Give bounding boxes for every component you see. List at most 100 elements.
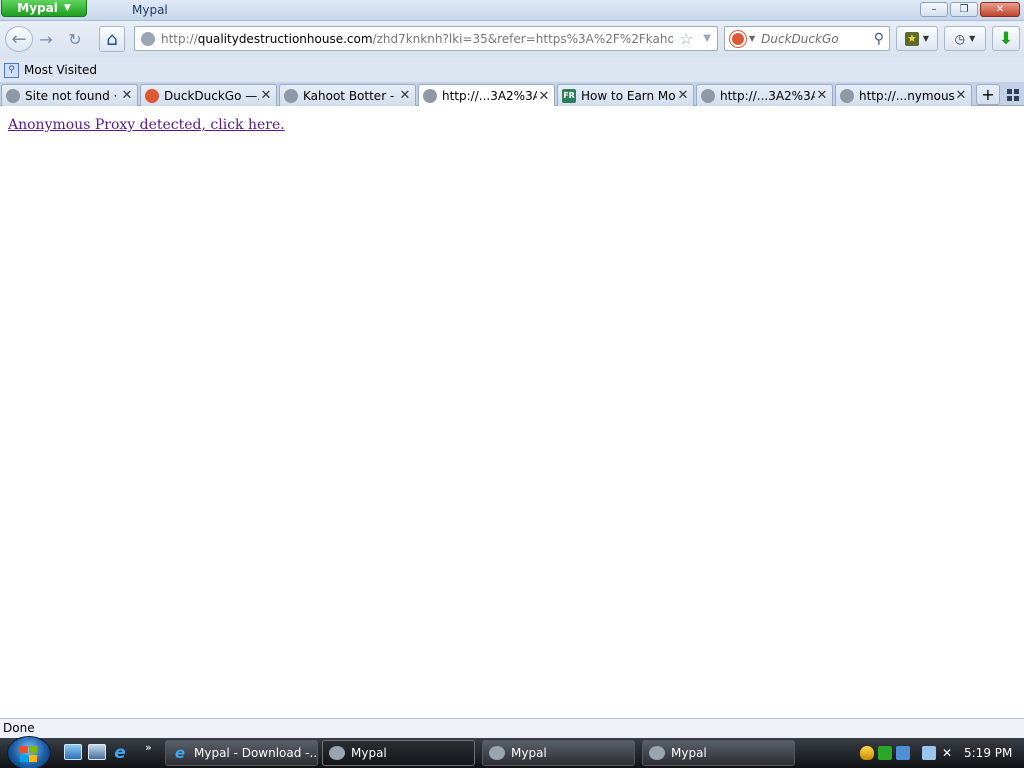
minimize-button[interactable]: – xyxy=(920,2,948,17)
reload-icon: ↻ xyxy=(68,29,82,49)
back-button[interactable]: ← xyxy=(5,26,33,52)
taskbar-button-label: Mypal xyxy=(351,746,387,760)
tab-active[interactable]: http://...3A2%3A1 ✕ xyxy=(418,84,555,107)
url-text[interactable]: http://qualitydestructionhouse.com/zhd7k… xyxy=(161,32,673,46)
tab-label: How to Earn Mo... xyxy=(581,88,676,103)
windows-logo-icon xyxy=(29,746,37,753)
status-text: Done xyxy=(3,721,35,735)
app-menu-button[interactable]: Mypal ▼ xyxy=(1,0,87,17)
forward-arrow-icon: → xyxy=(39,29,53,49)
tab[interactable]: DuckDuckGo —... ✕ xyxy=(140,84,277,106)
anonymous-proxy-link[interactable]: Anonymous Proxy detected, click here. xyxy=(8,117,285,133)
windows-logo-icon xyxy=(20,746,28,753)
download-arrow-icon: ⬇ xyxy=(998,28,1014,49)
globe-icon xyxy=(284,88,298,103)
monitor-icon[interactable] xyxy=(922,746,936,760)
tab[interactable]: Kahoot Botter - ... ✕ xyxy=(279,84,416,106)
taskbar-button[interactable]: Mypal xyxy=(482,740,635,766)
history-button[interactable]: ◷ ▼ xyxy=(944,26,986,51)
most-visited-bookmark[interactable]: Most Visited xyxy=(24,63,97,77)
tab-strip: Site not found · ... ✕ DuckDuckGo —... ✕… xyxy=(0,82,1024,107)
tab-label: Kahoot Botter - ... xyxy=(303,88,398,103)
tab-label: http://...3A2%3A1 xyxy=(720,88,815,103)
window-title: Mypal xyxy=(132,3,168,17)
url-bar[interactable]: http://qualitydestructionhouse.com/zhd7k… xyxy=(134,26,718,51)
bookmark-star-icon[interactable]: ☆ xyxy=(680,30,693,48)
tab[interactable]: http://...nymous/ ✕ xyxy=(835,84,972,106)
tab-close-icon[interactable]: ✕ xyxy=(676,88,690,103)
title-bar: Mypal ▼ Mypal – ❐ ✕ xyxy=(0,0,1024,21)
tab-close-icon[interactable]: ✕ xyxy=(537,89,551,104)
search-input[interactable]: DuckDuckGo xyxy=(761,32,874,46)
tab-label: DuckDuckGo —... xyxy=(164,88,259,103)
tab[interactable]: http://...3A2%3A1 ✕ xyxy=(696,84,833,106)
chevron-down-icon: ▼ xyxy=(969,34,976,43)
status-bar: Done xyxy=(0,718,1024,738)
chevron-down-icon: ▼ xyxy=(922,34,930,43)
maximize-button[interactable]: ❐ xyxy=(950,2,978,17)
tab[interactable]: FR How to Earn Mo... ✕ xyxy=(557,84,694,106)
globe-icon xyxy=(701,88,715,103)
taskbar-button[interactable]: Mypal xyxy=(642,740,795,766)
network-icon[interactable] xyxy=(896,746,910,760)
mypal-icon xyxy=(329,746,345,760)
tab-close-icon[interactable]: ✕ xyxy=(120,88,134,103)
window-controls: – ❐ ✕ xyxy=(920,2,1020,17)
chevron-down-icon[interactable]: ▼ xyxy=(749,34,755,43)
start-button[interactable] xyxy=(7,736,51,768)
reload-button[interactable]: ↻ xyxy=(62,26,88,52)
downloads-button[interactable]: ⬇ xyxy=(992,26,1020,51)
most-visited-icon: ⚲ xyxy=(4,62,19,78)
fr-site-icon: FR xyxy=(562,88,576,103)
windows-logo-icon xyxy=(29,754,37,762)
magnifier-icon[interactable]: ⚲ xyxy=(874,31,884,47)
mypal-icon xyxy=(489,746,505,760)
tab-close-icon[interactable]: ✕ xyxy=(259,88,273,103)
list-all-tabs-button[interactable] xyxy=(1004,86,1022,104)
quicklaunch-more-button[interactable]: » xyxy=(145,741,152,754)
clock[interactable]: 5:19 PM xyxy=(964,746,1012,760)
home-button[interactable]: ⌂ xyxy=(99,26,125,52)
windows-logo-icon xyxy=(20,746,38,762)
globe-icon xyxy=(6,88,20,103)
show-desktop-icon[interactable] xyxy=(64,744,82,760)
tab-close-icon[interactable]: ✕ xyxy=(954,88,968,103)
chevron-down-icon: ▼ xyxy=(63,3,71,13)
checkmark-icon[interactable] xyxy=(878,746,892,760)
app-menu-label: Mypal xyxy=(17,1,58,15)
duckduckgo-icon[interactable] xyxy=(730,30,746,47)
forward-button[interactable]: → xyxy=(35,26,57,52)
url-domain: qualitydestructionhouse.com xyxy=(197,31,373,46)
close-window-button[interactable]: ✕ xyxy=(980,2,1020,17)
tab-label: http://...nymous/ xyxy=(859,88,954,103)
grid-icon xyxy=(1007,96,1012,101)
taskbar-button-label: Mypal xyxy=(511,746,547,760)
navigation-toolbar: ← → ↻ ⌂ http://qualitydestructionhouse.c… xyxy=(0,21,1024,58)
switch-windows-icon[interactable] xyxy=(88,744,106,760)
grid-icon xyxy=(1014,96,1019,101)
tab[interactable]: Site not found · ... ✕ xyxy=(1,84,138,106)
home-icon: ⌂ xyxy=(106,28,118,50)
security-shield-icon[interactable] xyxy=(860,746,874,760)
ie-icon[interactable]: e xyxy=(111,743,129,763)
bookmarks-menu-button[interactable]: ★ ▼ xyxy=(896,26,938,51)
tab-close-icon[interactable]: ✕ xyxy=(398,88,412,103)
url-path: /zhd7knknh?lki=35&refer=https%3A%2F%2Fka… xyxy=(372,31,673,46)
tab-close-icon[interactable]: ✕ xyxy=(815,88,829,103)
taskbar: e » e Mypal - Download -... Mypal Mypal … xyxy=(0,736,1024,768)
taskbar-button[interactable]: e Mypal - Download -... xyxy=(165,740,318,766)
globe-icon xyxy=(840,88,854,103)
grid-icon xyxy=(1014,89,1019,94)
duckduckgo-icon xyxy=(145,88,159,103)
taskbar-button-active[interactable]: Mypal xyxy=(322,740,475,766)
volume-muted-icon[interactable]: ✕ xyxy=(940,746,954,760)
mypal-icon xyxy=(649,746,665,760)
back-arrow-icon: ← xyxy=(11,28,27,50)
windows-logo-icon xyxy=(20,754,28,762)
tab-label: Site not found · ... xyxy=(25,88,120,103)
search-bar[interactable]: ▼ DuckDuckGo ⚲ xyxy=(724,26,890,51)
page-content: Anonymous Proxy detected, click here. xyxy=(0,106,1024,718)
url-dropdown-icon[interactable]: ▼ xyxy=(703,33,711,44)
new-tab-button[interactable]: + xyxy=(976,84,1000,105)
grid-icon xyxy=(1007,89,1012,94)
